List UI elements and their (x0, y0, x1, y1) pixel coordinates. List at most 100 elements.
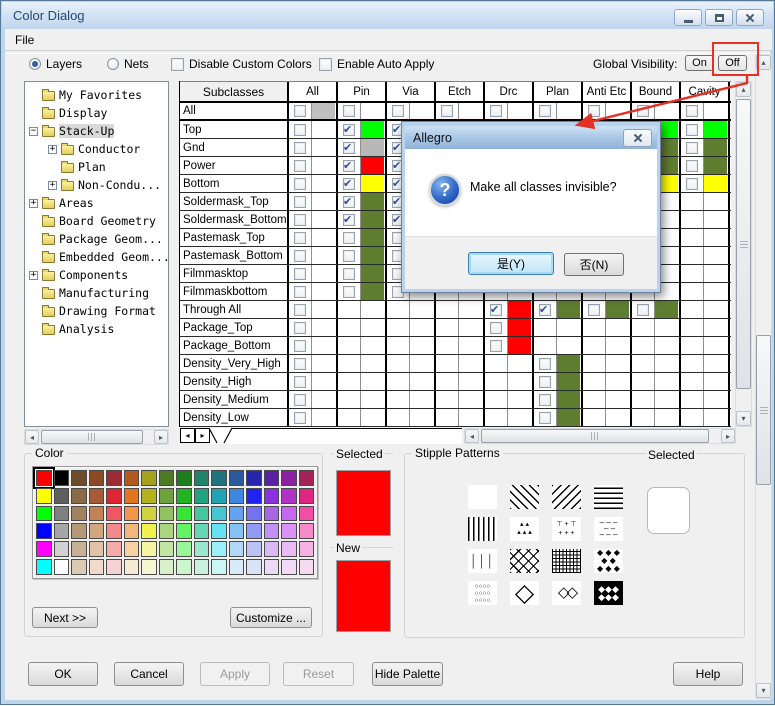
visibility-checkbox-cell[interactable] (338, 229, 361, 246)
color-swatch[interactable] (88, 470, 104, 486)
subclass-color-cell[interactable] (361, 409, 384, 426)
color-swatch[interactable] (281, 470, 297, 486)
visibility-checkbox-cell[interactable] (681, 409, 704, 426)
visibility-checkbox[interactable] (294, 411, 306, 424)
subclass-color-cell[interactable] (557, 355, 580, 372)
subclass-color-cell[interactable] (606, 355, 629, 372)
visibility-checkbox[interactable] (490, 303, 502, 316)
visibility-checkbox-cell[interactable] (681, 247, 704, 264)
color-swatch[interactable] (176, 505, 192, 522)
color-swatch[interactable] (141, 523, 157, 540)
stipple-swatch-diag-fwd[interactable] (552, 485, 581, 509)
visibility-checkbox-cell[interactable] (681, 139, 704, 156)
color-swatch[interactable] (158, 541, 174, 558)
color-swatch[interactable] (263, 523, 279, 540)
visibility-checkbox[interactable] (294, 375, 306, 388)
menu-file[interactable]: File (15, 33, 34, 47)
visibility-checkbox-cell[interactable] (436, 409, 459, 426)
subclass-color-cell[interactable] (704, 157, 727, 174)
color-swatch[interactable] (246, 559, 262, 575)
visibility-checkbox-cell[interactable] (387, 319, 410, 336)
subclass-color-cell[interactable] (508, 301, 531, 318)
tree-hscrollbar[interactable]: ◂ ▸ (24, 429, 169, 445)
color-swatch[interactable] (106, 541, 122, 558)
subclass-color-cell[interactable] (459, 373, 482, 390)
color-swatch[interactable] (298, 541, 314, 558)
color-swatch[interactable] (298, 523, 314, 540)
visibility-checkbox-cell[interactable] (485, 301, 508, 318)
subclass-color-cell[interactable] (704, 247, 727, 264)
tree-item[interactable]: Package Geom... (25, 230, 168, 248)
subclass-color-cell[interactable] (655, 391, 678, 408)
window-scroll-up-icon[interactable]: ▴ (756, 55, 771, 70)
subclass-color-cell[interactable] (312, 301, 335, 318)
subclass-color-cell[interactable] (459, 319, 482, 336)
expand-icon[interactable]: + (29, 270, 38, 280)
layers-radio-group[interactable]: Layers (29, 56, 82, 72)
visibility-checkbox[interactable] (539, 105, 551, 117)
visibility-checkbox[interactable] (294, 195, 306, 208)
stipple-swatch-big-diamond[interactable]: ◇ (510, 581, 539, 605)
color-swatch[interactable] (36, 541, 52, 558)
visibility-checkbox[interactable] (343, 267, 355, 280)
subclass-color-cell[interactable] (361, 229, 384, 246)
visibility-checkbox-cell[interactable] (681, 355, 704, 372)
cancel-button[interactable]: Cancel (114, 662, 184, 686)
subclass-color-cell[interactable] (704, 355, 727, 372)
visibility-checkbox[interactable] (490, 339, 502, 352)
tree-item[interactable]: My Favorites (25, 86, 168, 104)
subclass-color-cell[interactable] (655, 409, 678, 426)
visibility-checkbox-cell[interactable] (436, 337, 459, 354)
color-swatch[interactable] (263, 487, 279, 504)
color-swatch[interactable] (36, 523, 52, 540)
color-swatch[interactable] (228, 505, 244, 522)
color-swatch[interactable] (158, 559, 174, 575)
subclass-color-cell[interactable] (361, 265, 384, 282)
visibility-checkbox[interactable] (294, 285, 306, 298)
visibility-checkbox[interactable] (637, 303, 649, 316)
visibility-checkbox-cell[interactable] (485, 391, 508, 408)
color-swatch[interactable] (158, 470, 174, 486)
subclass-color-cell[interactable] (361, 319, 384, 336)
subclass-color-cell[interactable] (459, 355, 482, 372)
visibility-checkbox-cell[interactable] (681, 103, 704, 119)
color-swatch[interactable] (211, 559, 227, 575)
visibility-checkbox[interactable] (686, 159, 698, 172)
visibility-checkbox-cell[interactable] (681, 229, 704, 246)
subclass-color-cell[interactable] (312, 229, 335, 246)
visibility-checkbox-cell[interactable] (387, 337, 410, 354)
subclass-color-cell[interactable] (704, 283, 727, 300)
subclass-color-cell[interactable] (410, 319, 433, 336)
color-swatch[interactable] (71, 559, 87, 575)
visibility-checkbox-cell[interactable] (681, 175, 704, 192)
color-swatch[interactable] (53, 487, 69, 504)
color-swatch[interactable] (281, 559, 297, 575)
subclass-color-cell[interactable] (312, 103, 335, 119)
color-swatch[interactable] (71, 541, 87, 558)
table-vscroll-thumb[interactable] (736, 99, 751, 389)
subclass-color-cell[interactable] (312, 247, 335, 264)
subclass-color-cell[interactable] (312, 121, 335, 138)
subclass-color-cell[interactable] (704, 103, 727, 119)
subclass-color-cell[interactable] (361, 211, 384, 228)
visibility-checkbox-cell[interactable] (338, 193, 361, 210)
visibility-checkbox[interactable] (343, 159, 355, 172)
color-swatch[interactable] (193, 505, 209, 522)
minimize-button[interactable] (674, 9, 702, 26)
color-swatch[interactable] (193, 541, 209, 558)
subclass-color-cell[interactable] (361, 157, 384, 174)
subclass-color-cell[interactable] (361, 103, 384, 119)
visibility-checkbox-cell[interactable] (289, 301, 312, 318)
subclass-color-cell[interactable] (361, 391, 384, 408)
color-swatch[interactable] (158, 487, 174, 504)
stipple-swatch-circles[interactable]: ○○○○ ○○○○ ○○○○ (468, 581, 497, 605)
subclass-color-cell[interactable] (508, 103, 531, 119)
stipple-swatch-h-lines[interactable] (594, 485, 623, 509)
tree-item[interactable]: Analysis (25, 320, 168, 338)
subclass-color-cell[interactable] (557, 409, 580, 426)
visibility-checkbox-cell[interactable] (338, 121, 361, 138)
visibility-checkbox-cell[interactable] (681, 373, 704, 390)
visibility-checkbox-cell[interactable] (289, 373, 312, 390)
enable-auto-apply-group[interactable]: Enable Auto Apply (319, 56, 434, 72)
visibility-checkbox-cell[interactable] (583, 301, 606, 318)
